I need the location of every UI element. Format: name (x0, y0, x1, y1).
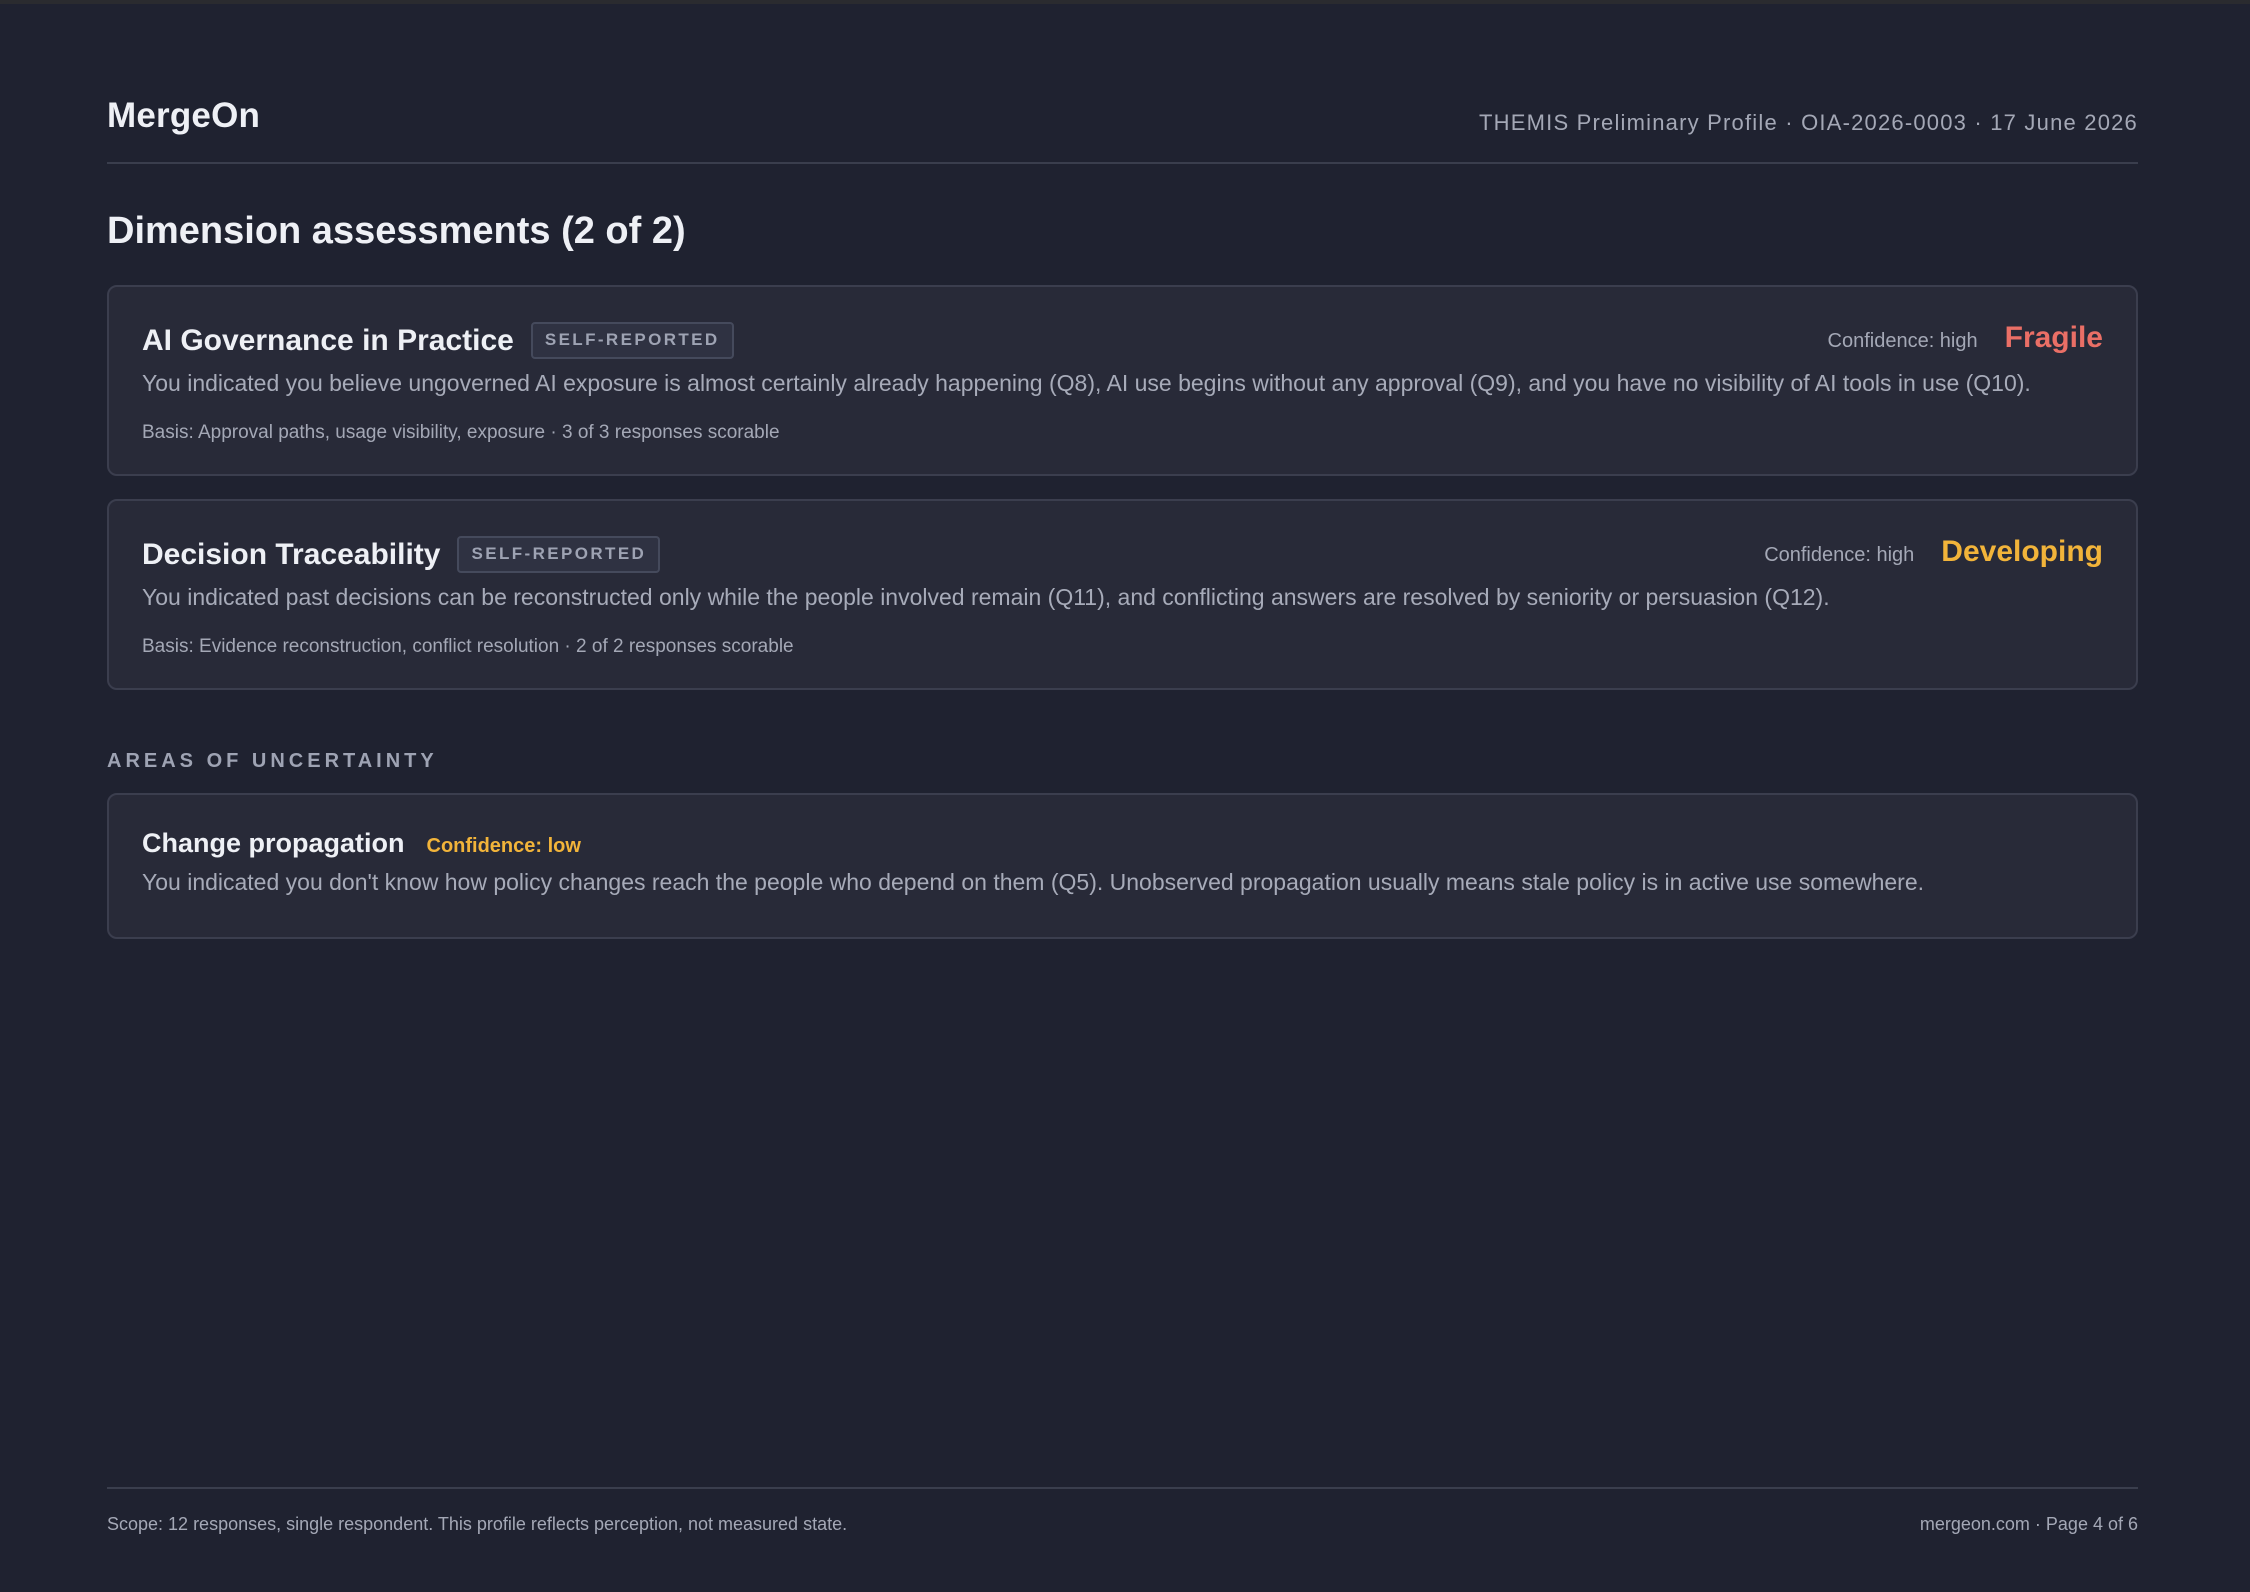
brand-logo-text: MergeOn (107, 96, 261, 135)
footer-page-info: mergeon.com · Page 4 of 6 (1919, 1514, 2138, 1534)
dimension-basis: Basis: Evidence reconstruction, conflict… (142, 636, 794, 657)
dimension-description: You indicated past decisions can be reco… (142, 584, 1830, 610)
page-footer: Scope: 12 responses, single respondent. … (107, 1487, 2138, 1547)
uncertainty-confidence: Confidence: low (426, 835, 581, 857)
dimension-basis: Basis: Approval paths, usage visibility,… (142, 422, 780, 443)
footer-scope: Scope: 12 responses, single respondent. … (107, 1514, 848, 1534)
dimension-title: AI Governance in Practice (142, 323, 514, 357)
rating-label: Fragile (2004, 321, 2103, 354)
dimension-description: You indicated you believe ungoverned AI … (142, 370, 2031, 396)
uncertainty-title-group: Change propagation Confidence: low (142, 828, 581, 859)
dimension-title-group: AI Governance in Practice SELF-REPORTED (142, 322, 734, 359)
self-reported-badge: SELF-REPORTED (530, 322, 734, 359)
page-title: Dimension assessments (2 of 2) (107, 210, 686, 252)
uncertainty-description: You indicated you don't know how policy … (142, 869, 1925, 895)
page-header: MergeOn THEMIS Preliminary Profile · OIA… (107, 96, 2138, 164)
report-page: MergeOn THEMIS Preliminary Profile · OIA… (107, 0, 2138, 1592)
self-reported-badge: SELF-REPORTED (457, 536, 661, 573)
dimension-title-group: Decision Traceability SELF-REPORTED (142, 536, 661, 573)
rating-label: Developing (1941, 535, 2103, 568)
confidence-label: Confidence: high (1827, 330, 1978, 352)
dimension-title: Decision Traceability (142, 537, 441, 571)
report-meta: THEMIS Preliminary Profile · OIA-2026-00… (1479, 110, 2138, 135)
confidence-label: Confidence: high (1764, 544, 1915, 566)
dimension-score-group: Confidence: high Developing (1764, 535, 2103, 569)
uncertainty-title: Change propagation (142, 828, 405, 858)
uncertainty-card-change-propagation: Change propagation Confidence: low You i… (107, 793, 2138, 939)
dimension-card-decision-traceability: Decision Traceability SELF-REPORTED Conf… (107, 499, 2138, 690)
uncertainty-heading: AREAS OF UNCERTAINTY (107, 750, 438, 772)
dimension-score-group: Confidence: high Fragile (1828, 321, 2103, 355)
dimension-card-ai-governance: AI Governance in Practice SELF-REPORTED … (107, 285, 2138, 476)
